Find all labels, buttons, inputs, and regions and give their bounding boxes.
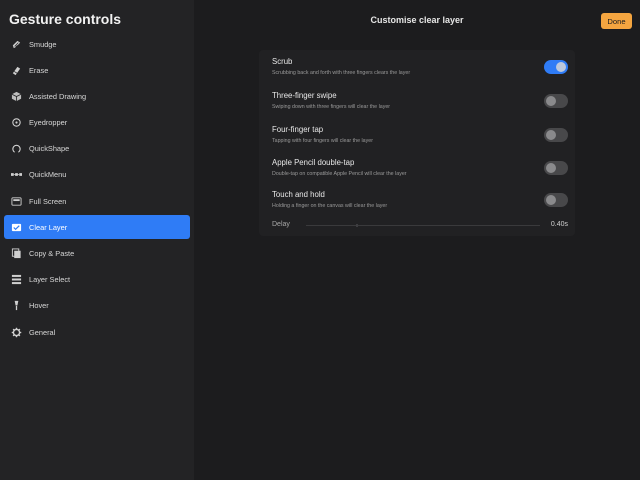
delay-label: Delay bbox=[272, 221, 290, 228]
sidebar-item-erase[interactable]: Erase bbox=[4, 58, 190, 82]
option-title: Apple Pencil double-tap bbox=[272, 158, 355, 167]
toggle-knob bbox=[556, 62, 566, 72]
sidebar-item-hover[interactable]: Hover bbox=[4, 294, 190, 318]
option-title: Scrub bbox=[272, 57, 293, 66]
eyedropper-icon bbox=[10, 116, 23, 129]
quickshape-icon bbox=[10, 142, 23, 155]
delay-value: 0.40s bbox=[550, 221, 568, 228]
four-finger-tap-toggle[interactable] bbox=[544, 128, 568, 142]
sidebar-item-label: Smudge bbox=[29, 39, 57, 49]
option-four-finger-tap: Four-finger tap Tapping with four finger… bbox=[272, 125, 568, 155]
toggle-knob bbox=[546, 96, 556, 106]
gear-icon bbox=[10, 326, 23, 339]
sidebar-title: Gesture controls bbox=[9, 11, 122, 27]
option-apple-pencil-double-tap: Apple Pencil double-tap Double-tap on co… bbox=[272, 158, 568, 188]
sidebar-item-label: Copy & Paste bbox=[29, 249, 75, 258]
option-description: Swiping down with three fingers will cle… bbox=[272, 104, 391, 110]
eraser-icon bbox=[10, 64, 23, 77]
delay-slider-thumb[interactable] bbox=[356, 224, 358, 227]
quickmenu-icon bbox=[10, 168, 23, 181]
sidebar-nav: Smudge Erase Assisted Drawing Eyedropper bbox=[4, 32, 190, 346]
option-description: Holding a finger on the canvas will clea… bbox=[272, 203, 388, 209]
sidebar-item-label: Eyedropper bbox=[29, 118, 68, 128]
sidebar-item-label: QuickShape bbox=[29, 144, 70, 154]
delay-row: Delay 0.40s bbox=[272, 220, 568, 232]
sidebar: Gesture controls Smudge Erase Assisted D… bbox=[0, 0, 194, 480]
sidebar-item-label: Clear Layer bbox=[29, 222, 68, 232]
option-touch-and-hold: Touch and hold Holding a finger on the c… bbox=[272, 190, 568, 220]
sidebar-item-full-screen[interactable]: Full Screen bbox=[4, 189, 190, 213]
toggle-knob bbox=[546, 130, 556, 140]
page-title: Customise clear layer bbox=[370, 15, 464, 25]
sidebar-item-label: QuickMenu bbox=[29, 170, 67, 180]
apple-pencil-double-tap-toggle[interactable] bbox=[544, 161, 568, 175]
sidebar-item-label: Assisted Drawing bbox=[29, 91, 87, 101]
sidebar-item-label: Hover bbox=[29, 301, 49, 311]
sidebar-item-label: General bbox=[29, 327, 56, 337]
sidebar-item-copy-paste[interactable]: Copy & Paste bbox=[4, 242, 190, 266]
sidebar-item-label: Full Screen bbox=[29, 196, 67, 206]
sidebar-item-layer-select[interactable]: Layer Select bbox=[4, 268, 190, 292]
delay-slider[interactable] bbox=[306, 224, 540, 227]
option-description: Tapping with four fingers will clear the… bbox=[272, 138, 373, 144]
sidebar-item-label: Erase bbox=[29, 65, 49, 75]
fullscreen-icon bbox=[10, 195, 23, 208]
touch-and-hold-toggle[interactable] bbox=[544, 193, 568, 207]
cube-icon bbox=[10, 90, 23, 103]
done-button[interactable]: Done bbox=[601, 13, 632, 29]
option-three-finger-swipe: Three-finger swipe Swiping down with thr… bbox=[272, 91, 568, 121]
sidebar-item-clear-layer[interactable]: Clear Layer bbox=[4, 215, 190, 240]
smudge-icon bbox=[10, 38, 23, 51]
option-title: Three-finger swipe bbox=[272, 91, 337, 100]
sidebar-item-quickmenu[interactable]: QuickMenu bbox=[4, 163, 190, 187]
toggle-knob bbox=[546, 195, 556, 205]
option-scrub: Scrub Scrubbing back and forth with thre… bbox=[272, 57, 568, 87]
sidebar-item-general[interactable]: General bbox=[4, 320, 190, 344]
toggle-knob bbox=[546, 163, 556, 173]
options-panel: Scrub Scrubbing back and forth with thre… bbox=[259, 50, 575, 236]
sidebar-item-label: Layer Select bbox=[29, 275, 71, 285]
option-title: Four-finger tap bbox=[272, 125, 324, 134]
main-panel: Customise clear layer Done Scrub Scrubbi… bbox=[194, 0, 640, 480]
sidebar-item-smudge[interactable]: Smudge bbox=[4, 32, 190, 56]
clear-layer-icon bbox=[10, 221, 23, 234]
copy-paste-icon bbox=[10, 247, 23, 260]
sidebar-item-assisted-drawing[interactable]: Assisted Drawing bbox=[4, 84, 190, 108]
option-title: Touch and hold bbox=[272, 190, 325, 199]
layer-select-icon bbox=[10, 273, 23, 286]
option-description: Scrubbing back and forth with three fing… bbox=[272, 70, 411, 76]
three-finger-swipe-toggle[interactable] bbox=[544, 94, 568, 108]
sidebar-item-eyedropper[interactable]: Eyedropper bbox=[4, 111, 190, 135]
hover-icon bbox=[10, 299, 23, 312]
option-description: Double-tap on compatible Apple Pencil wi… bbox=[272, 171, 407, 177]
scrub-toggle[interactable] bbox=[544, 60, 568, 74]
sidebar-item-quickshape[interactable]: QuickShape bbox=[4, 137, 190, 161]
